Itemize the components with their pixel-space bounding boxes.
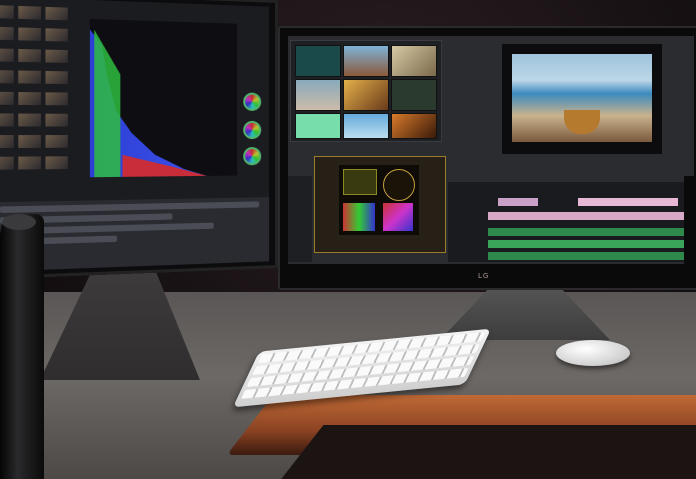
clip-thumbnail[interactable] [45, 49, 68, 63]
third-monitor-edge [684, 176, 696, 266]
computer-tower-top [2, 214, 36, 230]
clip-thumbnail[interactable] [0, 26, 14, 41]
clip-thumbnail[interactable] [0, 135, 14, 149]
color-wheel-icon[interactable] [243, 92, 262, 111]
timeline-clip[interactable] [488, 212, 688, 220]
clip-thumbnail[interactable] [45, 135, 68, 148]
project-panel [288, 176, 312, 262]
clip-thumbnail[interactable] [18, 5, 41, 20]
desk-front-shadow [276, 425, 696, 479]
editing-desk-scene: LG [0, 0, 696, 479]
bin-clip[interactable] [391, 113, 437, 139]
clip-thumbnail[interactable] [18, 135, 41, 148]
rgb-scope-icon [383, 203, 413, 231]
computer-tower [0, 214, 44, 479]
clip-thumbnail[interactable] [45, 113, 68, 127]
clip-thumbnail[interactable] [0, 91, 14, 105]
clip-thumbnail[interactable] [45, 92, 68, 106]
vectorscope-icon [339, 165, 419, 235]
clip-thumbnail[interactable] [18, 27, 41, 41]
program-frame-image [512, 54, 652, 142]
editor-timeline [448, 182, 692, 262]
parade-icon [343, 203, 375, 231]
clip-thumbnail[interactable] [0, 4, 14, 19]
media-bin-panel [290, 40, 442, 142]
clip-thumbnail[interactable] [45, 6, 68, 21]
bin-clip[interactable] [391, 79, 437, 111]
clip-thumbnail-grid [0, 3, 88, 198]
clip-thumbnail[interactable] [18, 113, 41, 127]
bin-clip[interactable] [295, 79, 341, 111]
timeline-track[interactable] [0, 201, 260, 213]
bin-clip[interactable] [391, 45, 437, 77]
bin-clip[interactable] [343, 45, 389, 77]
histogram-icon [89, 18, 238, 178]
bin-clip[interactable] [343, 113, 389, 139]
color-wheel-icon[interactable] [243, 120, 262, 140]
bin-clip[interactable] [295, 113, 341, 139]
timeline-clip[interactable] [578, 198, 678, 206]
clip-thumbnail[interactable] [0, 48, 14, 62]
vectorscope-circle [383, 169, 415, 201]
clip-thumbnail[interactable] [0, 113, 14, 127]
scopes-panel [314, 156, 446, 253]
bread-basket [564, 110, 600, 134]
histogram-green-channel [94, 30, 120, 178]
clip-thumbnail[interactable] [18, 48, 41, 63]
mouse[interactable] [556, 340, 630, 366]
clip-thumbnail[interactable] [18, 92, 41, 106]
clip-thumbnail[interactable] [45, 70, 68, 85]
clip-thumbnail[interactable] [45, 28, 68, 42]
audio-track[interactable] [488, 228, 688, 236]
clip-thumbnail[interactable] [0, 156, 14, 170]
program-monitor [502, 44, 662, 154]
right-monitor: LG [278, 26, 696, 290]
clip-thumbnail[interactable] [45, 156, 68, 170]
audio-track[interactable] [488, 252, 688, 260]
color-wheel-icon[interactable] [243, 147, 262, 166]
video-editor-screen [288, 36, 694, 264]
bin-clip[interactable] [343, 79, 389, 111]
monitor-brand-logo: LG [478, 272, 490, 280]
clip-thumbnail[interactable] [0, 70, 14, 84]
clip-thumbnail[interactable] [18, 156, 41, 170]
waveform-icon [343, 169, 377, 195]
audio-track[interactable] [488, 240, 688, 248]
timeline-clip[interactable] [498, 198, 538, 206]
clip-thumbnail[interactable] [18, 70, 41, 84]
bin-clip[interactable] [295, 45, 341, 77]
